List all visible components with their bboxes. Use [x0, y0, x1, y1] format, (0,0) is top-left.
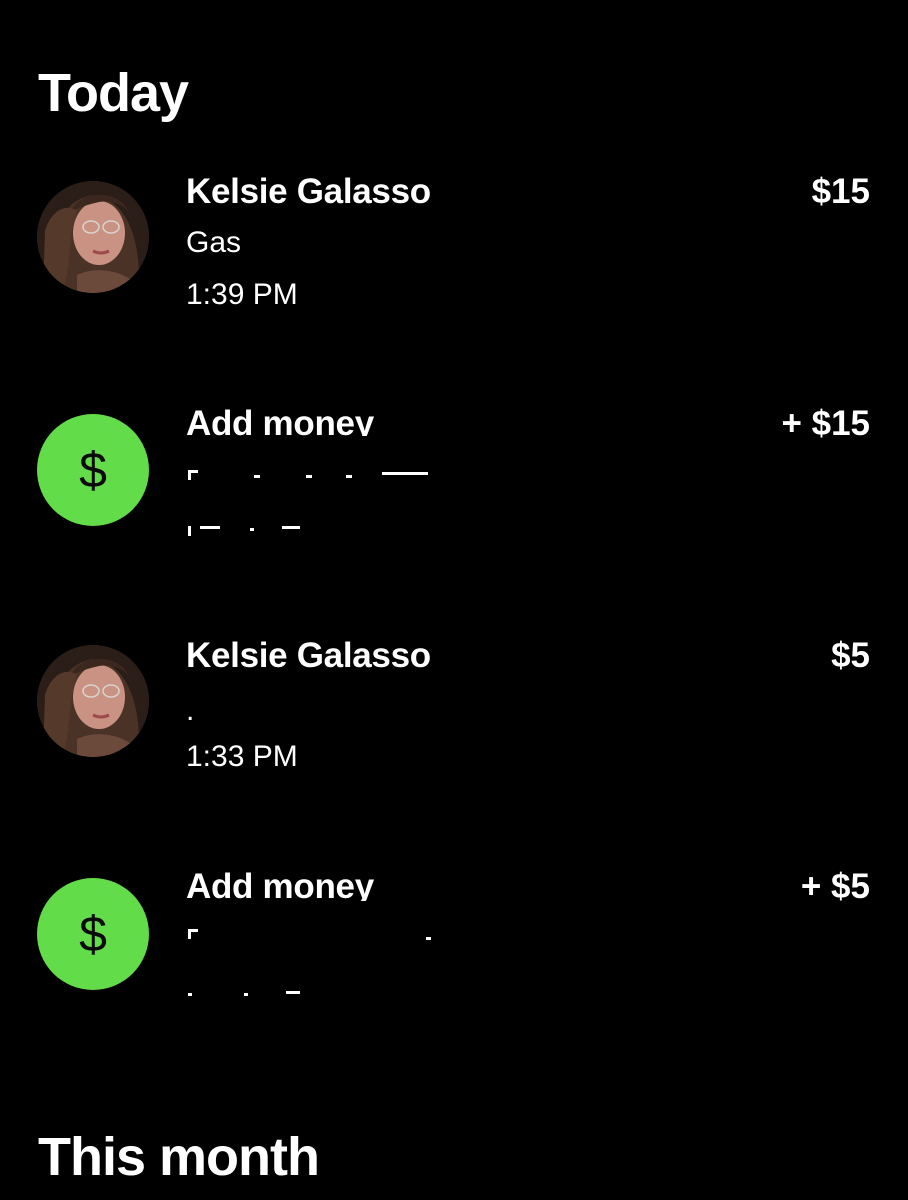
- transaction-time: 1:39 PM: [186, 278, 298, 311]
- redacted-time: [186, 991, 316, 1001]
- transaction-amount: $15: [811, 172, 870, 211]
- transaction-amount: $5: [831, 636, 870, 675]
- transaction-name: Kelsie Galasso: [186, 172, 431, 211]
- transaction-amount: + $15: [781, 404, 870, 443]
- transaction-note: Gas: [186, 226, 242, 259]
- redacted-time: [186, 526, 326, 536]
- redacted-note: [186, 927, 446, 941]
- transaction-amount: + $5: [800, 867, 870, 906]
- section-title-today: Today: [38, 63, 189, 123]
- transaction-row[interactable]: $ Add money + $5: [0, 857, 908, 1057]
- avatar: [37, 645, 149, 757]
- transaction-row[interactable]: Kelsie Galasso Gas 1:39 PM $15: [0, 160, 908, 360]
- transaction-row[interactable]: Kelsie Galasso . 1:33 PM $5: [0, 626, 908, 826]
- transaction-time: 1:33 PM: [186, 740, 298, 773]
- transaction-name: Kelsie Galasso: [186, 636, 431, 675]
- transaction-note: .: [186, 694, 195, 727]
- dollar-glyph: $: [79, 442, 107, 498]
- transaction-name: Add money: [186, 406, 374, 436]
- transaction-name-clip: Add money: [186, 406, 374, 436]
- redacted-note: [186, 466, 436, 480]
- transaction-row[interactable]: $ Add money + $15: [0, 392, 908, 592]
- section-title-this-month: This month: [38, 1127, 320, 1187]
- avatar: [37, 181, 149, 293]
- dollar-glyph: $: [79, 906, 107, 962]
- transaction-name-clip: Add money: [186, 869, 374, 901]
- dollar-icon: $: [37, 414, 149, 526]
- transaction-name: Add money: [186, 869, 374, 901]
- dollar-icon: $: [37, 878, 149, 990]
